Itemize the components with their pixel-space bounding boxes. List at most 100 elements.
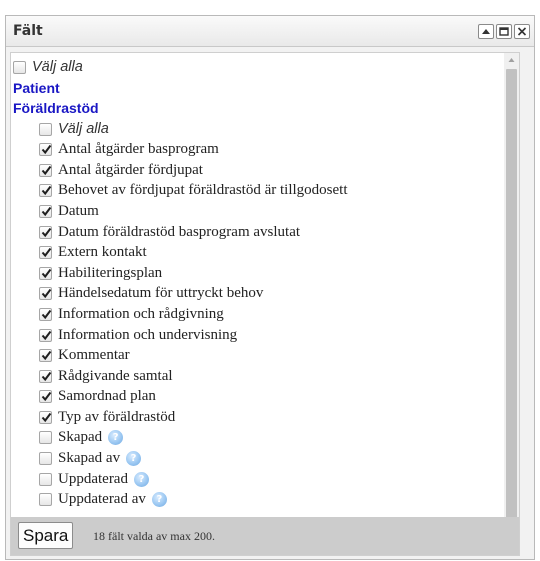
field-row[interactable]: Antal åtgärder fördjupat bbox=[13, 160, 519, 181]
window-buttons bbox=[476, 24, 530, 39]
field-row[interactable]: Antal åtgärder basprogram bbox=[13, 139, 519, 160]
checkmark-icon bbox=[41, 186, 52, 196]
field-checkbox[interactable] bbox=[39, 184, 52, 198]
field-checkbox[interactable] bbox=[39, 266, 52, 280]
checkmark-icon bbox=[41, 227, 52, 237]
field-checkbox[interactable] bbox=[39, 369, 52, 383]
field-label: Extern kontakt bbox=[58, 244, 147, 261]
field-checkbox[interactable] bbox=[39, 328, 52, 342]
section-heading: Patient bbox=[13, 78, 519, 99]
select-all-checkbox[interactable] bbox=[13, 60, 26, 74]
field-label: Information och rådgivning bbox=[58, 305, 224, 322]
select-all-checkbox[interactable] bbox=[39, 122, 52, 136]
checkmark-icon bbox=[41, 371, 52, 381]
field-label: Datum bbox=[58, 202, 99, 219]
field-label: Kommentar bbox=[58, 347, 130, 364]
info-icon[interactable]: ? bbox=[151, 492, 167, 508]
info-icon[interactable]: ? bbox=[126, 451, 142, 467]
checkmark-icon bbox=[41, 145, 52, 155]
field-label: Händelsedatum för uttryckt behov bbox=[58, 285, 264, 302]
info-icon[interactable]: ? bbox=[108, 430, 124, 446]
field-label: Information och undervisning bbox=[58, 326, 238, 343]
field-checkbox[interactable] bbox=[39, 472, 52, 486]
panel-footer: Spara 18 fält valda av max 200. bbox=[11, 517, 519, 555]
field-row[interactable]: Skapad? bbox=[13, 428, 519, 449]
field-row[interactable]: Behovet av fördjupat föräldrastöd är til… bbox=[13, 181, 519, 202]
field-label: Uppdaterad bbox=[58, 470, 128, 487]
select-all-row[interactable]: Välj alla bbox=[13, 57, 519, 78]
close-button[interactable] bbox=[514, 24, 530, 39]
scroll-up-icon bbox=[508, 58, 515, 62]
checkmark-icon bbox=[41, 206, 52, 217]
field-row[interactable]: Uppdaterad av? bbox=[13, 489, 519, 510]
checkmark-icon bbox=[41, 289, 52, 299]
fields-panel: Fält Välj alla Patient Föräldrastöd Välj al… bbox=[5, 15, 535, 560]
field-row[interactable]: Skapad av? bbox=[13, 448, 519, 469]
vertical-scrollbar[interactable] bbox=[504, 53, 519, 555]
field-checkbox[interactable] bbox=[39, 410, 52, 424]
field-label: Habiliteringsplan bbox=[58, 264, 163, 281]
field-checkbox[interactable] bbox=[39, 390, 52, 404]
scrollbar-thumb[interactable] bbox=[506, 69, 517, 539]
field-row[interactable]: Uppdaterad? bbox=[13, 469, 519, 490]
field-checkbox[interactable] bbox=[39, 349, 52, 363]
field-checkbox[interactable] bbox=[39, 143, 52, 157]
collapse-button[interactable] bbox=[478, 24, 494, 39]
field-row[interactable]: Kommentar bbox=[13, 345, 519, 366]
field-label: Behovet av fördjupat föräldrastöd är til… bbox=[58, 182, 348, 199]
field-list: Välj alla Patient Föräldrastöd Välj alla Ant… bbox=[13, 57, 519, 510]
close-icon bbox=[517, 27, 527, 36]
field-list-container: Välj alla Patient Föräldrastöd Välj alla Ant… bbox=[10, 52, 520, 556]
panel-titlebar: Fält bbox=[6, 16, 534, 47]
field-row[interactable]: Datum föräldrastöd basprogram avslutat bbox=[13, 222, 519, 243]
field-row[interactable]: Habiliteringsplan bbox=[13, 263, 519, 284]
field-row[interactable]: Samordnad plan bbox=[13, 387, 519, 408]
section-heading: Föräldrastöd bbox=[13, 98, 519, 119]
field-row[interactable]: Rådgivande samtal bbox=[13, 366, 519, 387]
checkmark-icon bbox=[41, 248, 52, 258]
field-checkbox[interactable] bbox=[39, 246, 52, 260]
section-heading-label: Föräldrastöd bbox=[13, 100, 99, 117]
field-label: Samordnad plan bbox=[58, 388, 156, 405]
field-checkbox[interactable] bbox=[39, 163, 52, 177]
scroll-up-arrow[interactable] bbox=[504, 53, 519, 67]
checkmark-icon bbox=[41, 309, 52, 319]
checkmark-icon bbox=[41, 330, 52, 340]
selection-status: 18 fält valda av max 200. bbox=[93, 529, 215, 543]
field-row[interactable]: Händelsedatum för uttryckt behov bbox=[13, 284, 519, 305]
field-row[interactable]: Datum bbox=[13, 201, 519, 222]
triangle-up-icon bbox=[482, 29, 490, 34]
save-button[interactable]: Spara bbox=[18, 522, 74, 549]
field-checkbox[interactable] bbox=[39, 452, 52, 466]
info-icon[interactable]: ? bbox=[133, 471, 149, 487]
field-label: Skapad av bbox=[58, 450, 121, 467]
field-label: Antal åtgärder basprogram bbox=[58, 141, 219, 158]
field-label: Rådgivande samtal bbox=[58, 367, 173, 384]
field-row[interactable]: Typ av föräldrastöd bbox=[13, 407, 519, 428]
field-checkbox[interactable] bbox=[39, 204, 52, 218]
field-checkbox[interactable] bbox=[39, 307, 52, 321]
section-heading-label: Patient bbox=[13, 79, 60, 96]
field-label: Typ av föräldrastöd bbox=[58, 408, 176, 425]
panel-title: Fält bbox=[13, 23, 43, 39]
field-checkbox[interactable] bbox=[39, 431, 52, 445]
field-label: Uppdaterad av bbox=[58, 491, 146, 508]
checkmark-icon bbox=[41, 412, 52, 422]
maximize-button[interactable] bbox=[496, 24, 512, 39]
field-row[interactable]: Extern kontakt bbox=[13, 242, 519, 263]
field-label: Välj alla bbox=[58, 121, 109, 138]
checkmark-icon bbox=[41, 351, 52, 361]
field-row[interactable]: Information och undervisning bbox=[13, 325, 519, 346]
field-label: Skapad bbox=[58, 429, 103, 446]
field-label: Antal åtgärder fördjupat bbox=[58, 161, 203, 178]
field-label: Datum föräldrastöd basprogram avslutat bbox=[58, 223, 301, 240]
checkmark-icon bbox=[41, 268, 52, 278]
select-all-row[interactable]: Välj alla bbox=[13, 119, 519, 140]
checkmark-icon bbox=[41, 165, 52, 175]
field-checkbox[interactable] bbox=[39, 225, 52, 239]
field-label: Välj alla bbox=[32, 59, 83, 76]
checkmark-icon bbox=[41, 392, 52, 402]
field-row[interactable]: Information och rådgivning bbox=[13, 304, 519, 325]
field-checkbox[interactable] bbox=[39, 287, 52, 301]
field-checkbox[interactable] bbox=[39, 493, 52, 507]
